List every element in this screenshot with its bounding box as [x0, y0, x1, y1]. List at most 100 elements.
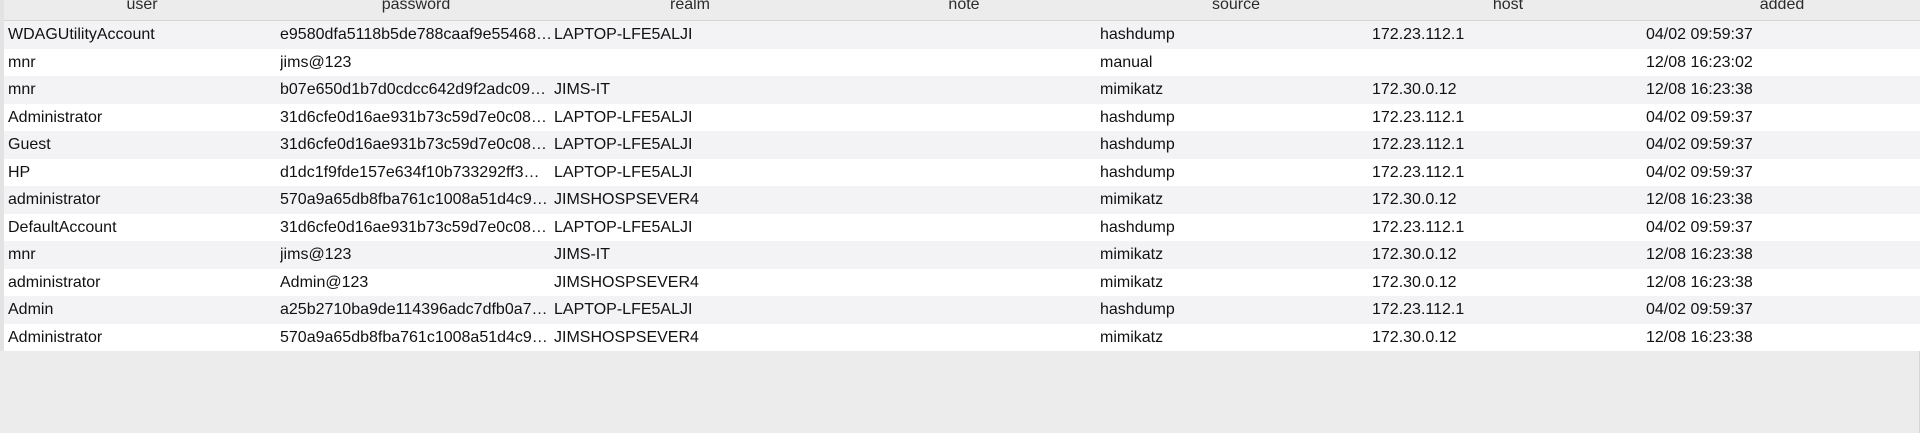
cell-realm: LAPTOP-LFE5ALJI [554, 218, 693, 236]
cell-password: jims@123 [280, 246, 352, 263]
cell-user: DefaultAccount [8, 218, 117, 236]
cell-host: 172.23.112.1 [1372, 136, 1465, 153]
cell-realm: JIMS-IT [554, 246, 610, 263]
cell-added: 04/02 09:59:37 [1646, 301, 1753, 318]
cell-host: 172.23.112.1 [1372, 301, 1465, 318]
cell-note [828, 241, 1098, 269]
cell-user: HP [8, 163, 31, 181]
cell-added: 04/02 09:59:37 [1646, 136, 1753, 153]
table-row[interactable]: Administrator 570a9a65db8fba761c1008a51d4… [4, 323, 1920, 352]
column-header-realm[interactable]: realm [552, 0, 828, 15]
cell-source: mimikatz [1100, 328, 1164, 346]
cell-added: 04/02 09:59:37 [1646, 163, 1753, 181]
cell-password: 31d6cfe0d16ae931b73c59d7e0c08… [280, 108, 547, 126]
cell-note [828, 21, 1098, 49]
cell-added: 12/08 16:23:38 [1646, 81, 1753, 98]
table-header: user password realm note source host add… [4, 0, 1920, 21]
cell-added: 12/08 16:23:38 [1646, 246, 1753, 263]
credentials-table: user password realm note source host add… [0, 0, 1920, 351]
cell-realm [554, 49, 824, 77]
cell-source: hashdump [1100, 26, 1175, 43]
column-header-user[interactable]: user [4, 0, 280, 15]
cell-note [828, 76, 1098, 104]
cell-host [1372, 49, 1642, 77]
cell-note [828, 296, 1098, 324]
cell-host: 172.23.112.1 [1372, 26, 1465, 43]
table-row[interactable]: mnr jims@123 manual 12/08 16:23:02 [4, 48, 1920, 77]
cell-source: mimikatz [1100, 191, 1164, 208]
cell-user: WDAGUtilityAccount [8, 26, 155, 43]
cell-user: Administrator [8, 108, 103, 126]
cell-host: 172.30.0.12 [1372, 328, 1457, 346]
column-header-note[interactable]: note [828, 0, 1100, 15]
table-row[interactable]: mnr jims@123 JIMS-IT mimikatz 172.30.0.12 12/… [4, 241, 1920, 269]
cell-password: 31d6cfe0d16ae931b73c59d7e0c08… [280, 136, 547, 153]
cell-added: 12/08 16:23:38 [1646, 191, 1753, 208]
cell-source: mimikatz [1100, 246, 1164, 263]
cell-note [828, 324, 1098, 352]
credentials-panel: user password realm note source host add… [0, 0, 1920, 433]
cell-note [828, 131, 1098, 159]
cell-user: mnr [8, 246, 36, 263]
column-header-source[interactable]: source [1100, 0, 1372, 15]
cell-source: mimikatz [1100, 81, 1164, 98]
cell-password: a25b2710ba9de114396adc7dfb0a7… [280, 301, 548, 318]
table-row[interactable]: DefaultAccount 31d6cfe0d16ae931b73c59d7e0… [4, 213, 1920, 242]
cell-source: manual [1100, 53, 1153, 71]
cell-password: jims@123 [280, 53, 352, 71]
column-header-added[interactable]: added [1644, 0, 1920, 15]
cell-host: 172.30.0.12 [1372, 246, 1457, 263]
cell-password: 31d6cfe0d16ae931b73c59d7e0c08… [280, 218, 547, 236]
cell-note [828, 214, 1098, 242]
cell-added: 04/02 09:59:37 [1646, 218, 1753, 236]
cell-source: hashdump [1100, 218, 1175, 236]
table-row[interactable]: administrator 570a9a65db8fba761c1008a51d4… [4, 186, 1920, 214]
cell-realm: JIMSHOSPSEVER4 [554, 191, 699, 208]
cell-note [828, 104, 1098, 132]
cell-source: mimikatz [1100, 273, 1164, 291]
table-row[interactable]: Admin a25b2710ba9de114396adc7dfb0a7… LAPTO… [4, 296, 1920, 324]
cell-password: Admin@123 [280, 273, 369, 291]
cell-realm: LAPTOP-LFE5ALJI [554, 26, 693, 43]
cell-added: 12/08 16:23:38 [1646, 273, 1753, 291]
cell-realm: LAPTOP-LFE5ALJI [554, 136, 693, 153]
cell-added: 12/08 16:23:02 [1646, 53, 1753, 71]
table-row[interactable]: mnr b07e650d1b7d0cdcc642d9f2adc09… JIMS-IT… [4, 76, 1920, 104]
cell-password: e9580dfa5118b5de788caaf9e55468… [280, 26, 552, 43]
cell-host: 172.30.0.12 [1372, 81, 1457, 98]
table-body: WDAGUtilityAccount e9580dfa5118b5de788caa… [4, 21, 1920, 351]
column-header-host[interactable]: host [1372, 0, 1644, 15]
table-row[interactable]: Guest 31d6cfe0d16ae931b73c59d7e0c08… LAPTO… [4, 131, 1920, 159]
cell-realm: LAPTOP-LFE5ALJI [554, 108, 693, 126]
table-row[interactable]: administrator Admin@123 JIMSHOSPSEVER4 mimi… [4, 268, 1920, 297]
cell-note [828, 269, 1098, 297]
cell-realm: JIMS-IT [554, 81, 610, 98]
cell-added: 04/02 09:59:37 [1646, 26, 1753, 43]
table-row[interactable]: Administrator 31d6cfe0d16ae931b73c59d7e0c… [4, 103, 1920, 132]
cell-host: 172.23.112.1 [1372, 218, 1465, 236]
cell-password: 570a9a65db8fba761c1008a51d4c9… [280, 328, 548, 346]
cell-user: administrator [8, 191, 101, 208]
cell-note [828, 159, 1098, 187]
cell-user: Guest [8, 136, 51, 153]
cell-host: 172.23.112.1 [1372, 163, 1465, 181]
cell-note [828, 49, 1098, 77]
cell-host: 172.30.0.12 [1372, 273, 1457, 291]
cell-added: 12/08 16:23:38 [1646, 328, 1753, 346]
cell-user: Administrator [8, 328, 103, 346]
cell-realm: LAPTOP-LFE5ALJI [554, 163, 693, 181]
cell-added: 04/02 09:59:37 [1646, 108, 1753, 126]
cell-source: hashdump [1100, 108, 1175, 126]
cell-host: 172.23.112.1 [1372, 108, 1465, 126]
cell-source: hashdump [1100, 301, 1175, 318]
cell-host: 172.30.0.12 [1372, 191, 1457, 208]
cell-realm: LAPTOP-LFE5ALJI [554, 301, 693, 318]
cell-user: mnr [8, 81, 36, 98]
table-row[interactable]: HP d1dc1f9fde157e634f10b733292ff3… LAPTOP-… [4, 158, 1920, 187]
table-row[interactable]: WDAGUtilityAccount e9580dfa5118b5de788caa… [4, 21, 1920, 49]
cell-password: 570a9a65db8fba761c1008a51d4c9… [280, 191, 548, 208]
column-header-password[interactable]: password [280, 0, 552, 15]
cell-user: administrator [8, 273, 101, 291]
cell-password: d1dc1f9fde157e634f10b733292ff3… [280, 163, 540, 181]
cell-user: Admin [8, 301, 54, 318]
